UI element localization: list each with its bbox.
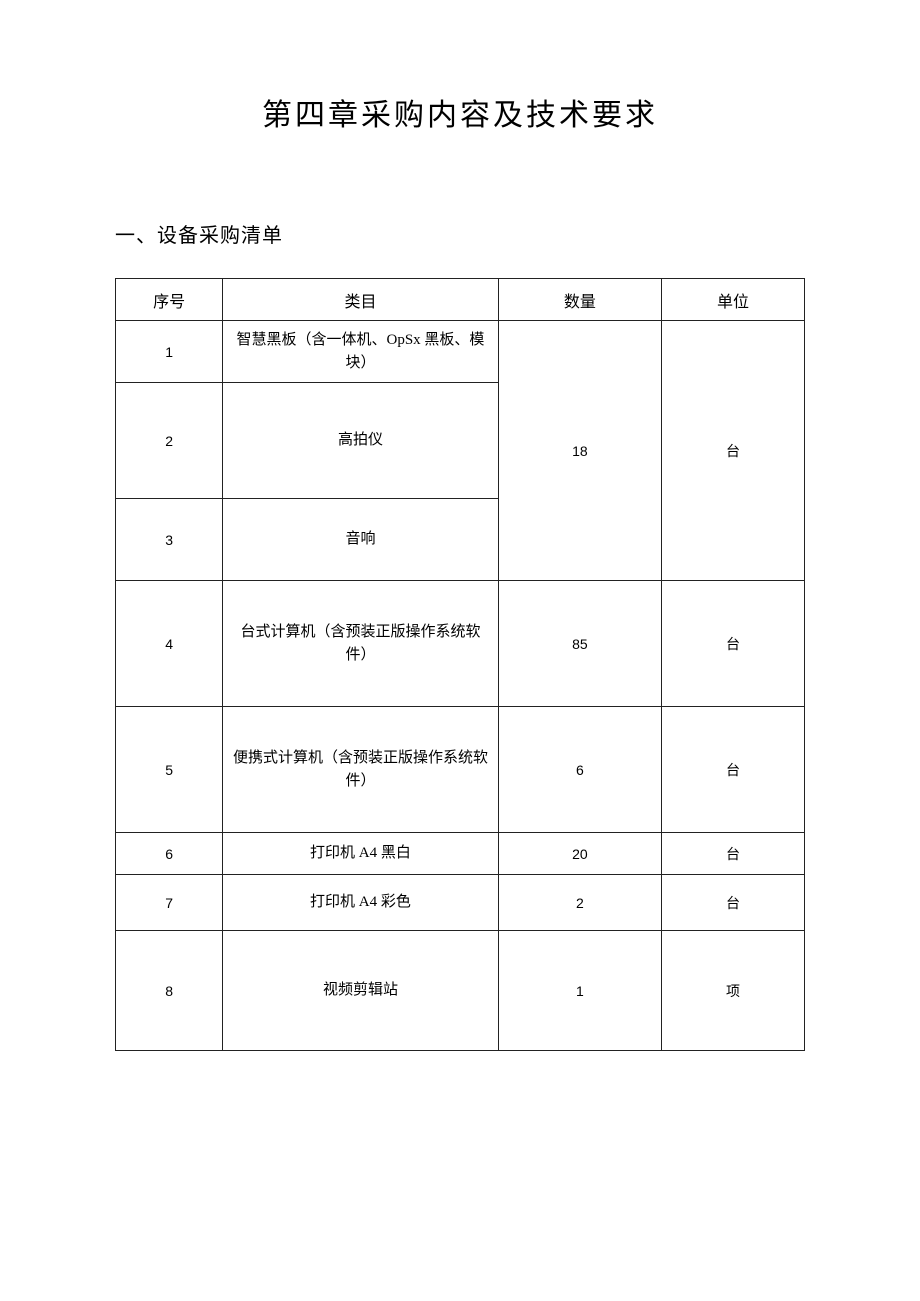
cell-seq: 3 [116, 499, 223, 581]
cell-category: 高拍仪 [223, 383, 499, 499]
cell-unit: 台 [662, 875, 805, 931]
cell-unit: 台 [662, 707, 805, 833]
cell-seq: 7 [116, 875, 223, 931]
page-title: 第四章采购内容及技术要求 [115, 90, 805, 134]
cell-seq: 8 [116, 931, 223, 1051]
cell-category: 便携式计算机（含预装正版操作系统软件） [223, 707, 499, 833]
cell-quantity: 6 [498, 707, 661, 833]
cell-category: 智慧黑板（含一体机、OpSx 黑板、模块） [223, 321, 499, 383]
cell-category: 打印机 A4 彩色 [223, 875, 499, 931]
cell-quantity: 85 [498, 581, 661, 707]
cell-unit: 台 [662, 581, 805, 707]
cell-seq: 6 [116, 833, 223, 875]
cell-quantity: 1 [498, 931, 661, 1051]
header-quantity: 数量 [498, 279, 661, 321]
table-row: 5 便携式计算机（含预装正版操作系统软件） 6 台 [116, 707, 805, 833]
cell-category: 台式计算机（含预装正版操作系统软件） [223, 581, 499, 707]
cell-seq: 4 [116, 581, 223, 707]
cell-quantity-merged: 18 [498, 321, 661, 581]
table-row: 7 打印机 A4 彩色 2 台 [116, 875, 805, 931]
cell-unit: 台 [662, 833, 805, 875]
header-seq: 序号 [116, 279, 223, 321]
cell-seq: 5 [116, 707, 223, 833]
table-header-row: 序号 类目 数量 单位 [116, 279, 805, 321]
cell-seq: 2 [116, 383, 223, 499]
cell-category: 音响 [223, 499, 499, 581]
table-row: 4 台式计算机（含预装正版操作系统软件） 85 台 [116, 581, 805, 707]
cell-unit: 项 [662, 931, 805, 1051]
procurement-table: 序号 类目 数量 单位 1 智慧黑板（含一体机、OpSx 黑板、模块） 18 台… [115, 278, 805, 1051]
cell-category: 打印机 A4 黑白 [223, 833, 499, 875]
cell-seq: 1 [116, 321, 223, 383]
header-unit: 单位 [662, 279, 805, 321]
table-row: 6 打印机 A4 黑白 20 台 [116, 833, 805, 875]
cell-quantity: 2 [498, 875, 661, 931]
header-category: 类目 [223, 279, 499, 321]
table-row: 1 智慧黑板（含一体机、OpSx 黑板、模块） 18 台 [116, 321, 805, 383]
cell-quantity: 20 [498, 833, 661, 875]
table-row: 8 视频剪辑站 1 项 [116, 931, 805, 1051]
cell-unit-merged: 台 [662, 321, 805, 581]
section-heading: 一、设备采购清单 [115, 219, 805, 248]
cell-category: 视频剪辑站 [223, 931, 499, 1051]
